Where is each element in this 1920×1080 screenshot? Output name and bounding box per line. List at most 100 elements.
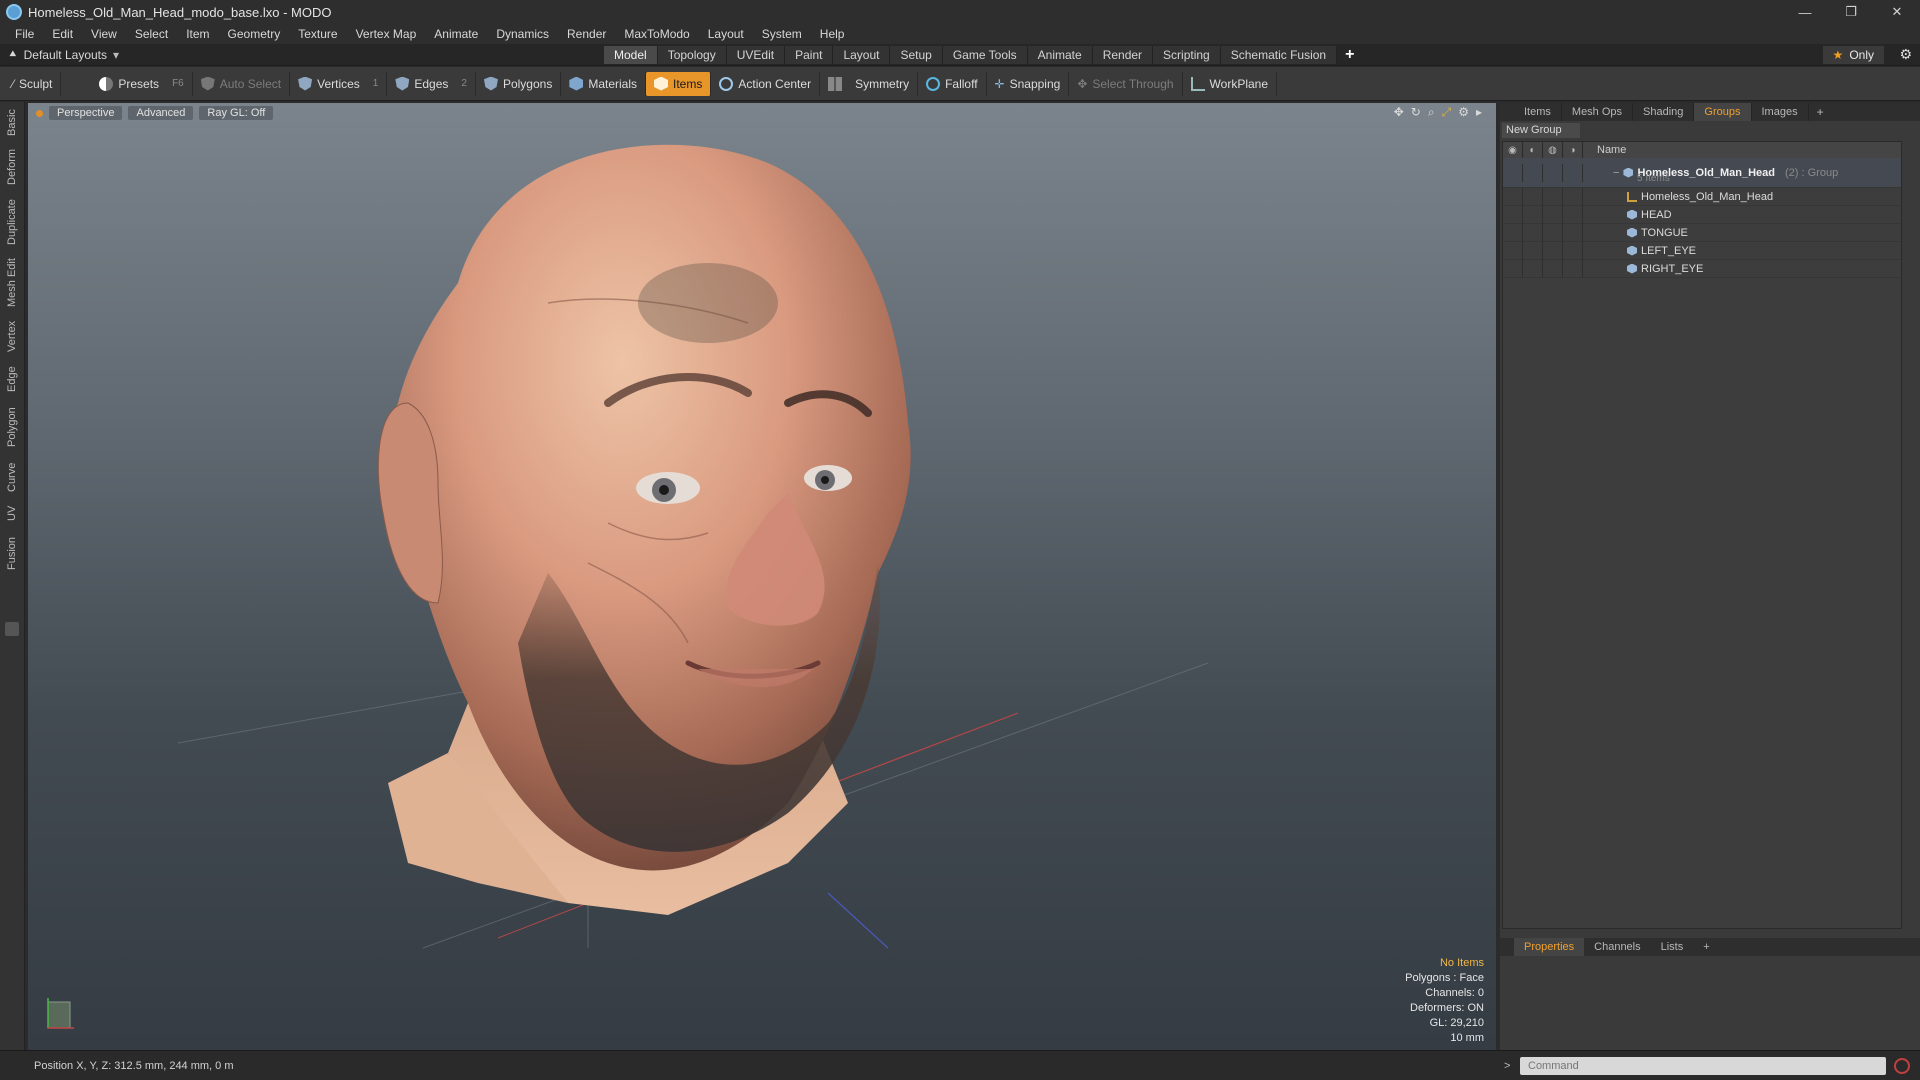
tab-render[interactable]: Render — [1092, 46, 1154, 64]
menu-help[interactable]: Help — [811, 24, 854, 44]
shading-mode-button[interactable]: Advanced — [128, 106, 194, 120]
menu-texture[interactable]: Texture — [289, 24, 346, 44]
3d-viewport[interactable]: Perspective Advanced Ray GL: Off ✥ ↻ ⌕ ⤢… — [28, 103, 1496, 1050]
list-item[interactable]: Homeless_Old_Man_Head — [1503, 187, 1901, 206]
list-item[interactable]: HEAD — [1503, 205, 1901, 224]
close-button[interactable]: ✕ — [1874, 0, 1920, 24]
list-item[interactable]: RIGHT_EYE — [1503, 259, 1901, 278]
pan-icon[interactable]: ✥ — [1394, 105, 1404, 120]
maximize-button[interactable]: ❐ — [1828, 0, 1874, 24]
vtab-polygon[interactable]: Polygon — [2, 402, 22, 452]
menu-file[interactable]: File — [6, 24, 43, 44]
tab-animate[interactable]: Animate — [1027, 46, 1093, 64]
view-mode-button[interactable]: Perspective — [49, 106, 123, 120]
tab-properties[interactable]: Properties — [1514, 938, 1585, 956]
menu-view[interactable]: View — [82, 24, 126, 44]
materials-button[interactable]: Materials — [561, 71, 647, 96]
render-toggle[interactable] — [1523, 163, 1543, 182]
minimize-button[interactable]: — — [1782, 0, 1828, 24]
menu-vertex-map[interactable]: Vertex Map — [347, 24, 426, 44]
menu-render[interactable]: Render — [558, 24, 615, 44]
tab-paint[interactable]: Paint — [785, 46, 834, 64]
tab-channels[interactable]: Channels — [1584, 938, 1650, 956]
tab-setup[interactable]: Setup — [890, 46, 943, 64]
tab-schematic-fusion[interactable]: Schematic Fusion — [1220, 46, 1338, 64]
tab-shading[interactable]: Shading — [1633, 103, 1695, 121]
group-meta: (2) : Group — [1785, 166, 1839, 179]
vtab-fusion[interactable]: Fusion — [2, 532, 22, 574]
vtab-duplicate[interactable]: Duplicate — [2, 196, 22, 248]
group-row[interactable]: − Homeless_Old_Man_Head (2) : Group 5 It… — [1503, 158, 1901, 188]
tab-scripting[interactable]: Scripting — [1153, 46, 1221, 64]
menu-animate[interactable]: Animate — [425, 24, 487, 44]
viewport-options-icon[interactable] — [36, 109, 43, 117]
only-button[interactable]: ★ Only — [1822, 46, 1884, 64]
action-center-button[interactable]: Action Center — [711, 71, 821, 96]
lock-column-icon[interactable]: ◍ — [1543, 142, 1563, 158]
auto-select-button[interactable]: Auto Select — [193, 71, 291, 96]
add-panel-tab-button[interactable]: + — [1809, 105, 1832, 119]
tab-lists[interactable]: Lists — [1651, 938, 1694, 956]
vtab-mesh-edit[interactable]: Mesh Edit — [2, 256, 22, 310]
zoom-icon[interactable]: ⌕ — [1428, 105, 1435, 120]
menu-geometry[interactable]: Geometry — [219, 24, 290, 44]
tab-uvedit[interactable]: UVEdit — [726, 46, 786, 64]
select-toggle[interactable] — [1563, 163, 1583, 182]
list-item[interactable]: LEFT_EYE — [1503, 241, 1901, 260]
workplane-button[interactable]: WorkPlane — [1183, 71, 1278, 96]
expand-arrow-icon[interactable]: ▸ — [1476, 105, 1482, 120]
menu-layout[interactable]: Layout — [699, 24, 753, 44]
polygons-button[interactable]: Polygons — [476, 71, 562, 96]
fit-icon[interactable]: ⤢ — [1442, 105, 1452, 120]
palette-toggle-button[interactable] — [5, 622, 19, 636]
vertices-button[interactable]: Vertices 1 — [290, 71, 388, 96]
vtab-deform[interactable]: Deform — [2, 146, 22, 188]
snapping-button[interactable]: ✛ Snapping — [987, 71, 1070, 96]
gear-icon[interactable]: ⚙ — [1899, 46, 1912, 63]
falloff-button[interactable]: Falloff — [918, 71, 987, 96]
tab-game-tools[interactable]: Game Tools — [942, 46, 1028, 64]
select-through-button[interactable]: ✥ Select Through — [1069, 71, 1183, 96]
tab-groups[interactable]: Groups — [1694, 103, 1752, 121]
viewport-settings-icon[interactable]: ⚙ — [1458, 105, 1469, 120]
snapping-label: Snapping — [1009, 76, 1061, 91]
lock-toggle[interactable] — [1543, 163, 1563, 182]
eye-icon[interactable] — [1503, 163, 1523, 182]
rotate-icon[interactable]: ↻ — [1411, 105, 1421, 120]
symmetry-button[interactable]: Symmetry — [820, 71, 919, 96]
render-column-icon[interactable]: ◐ — [1523, 142, 1543, 158]
menu-edit[interactable]: Edit — [43, 24, 82, 44]
default-layouts-dropdown[interactable]: ⯅ Default Layouts ▾ — [0, 47, 133, 62]
edges-button[interactable]: Edges 2 — [387, 71, 476, 96]
add-layout-tab-button[interactable]: + — [1337, 46, 1362, 64]
list-item[interactable]: TONGUE — [1503, 223, 1901, 242]
name-column-header[interactable]: Name — [1583, 144, 1626, 156]
tab-model[interactable]: Model — [604, 46, 658, 64]
tab-items[interactable]: Items — [1514, 103, 1562, 121]
vtab-vertex[interactable]: Vertex — [2, 316, 22, 356]
items-button[interactable]: Items — [646, 71, 712, 96]
raygl-button[interactable]: Ray GL: Off — [199, 106, 274, 120]
add-properties-tab-button[interactable]: + — [1693, 938, 1719, 956]
menu-item[interactable]: Item — [177, 24, 218, 44]
menu-select[interactable]: Select — [126, 24, 177, 44]
collapse-icon[interactable]: − — [1613, 167, 1619, 179]
new-group-button[interactable]: New Group — [1502, 123, 1580, 138]
tab-topology[interactable]: Topology — [657, 46, 727, 64]
vtab-uv[interactable]: UV — [2, 500, 22, 526]
tab-mesh-ops[interactable]: Mesh Ops — [1562, 103, 1634, 121]
menu-maxtomodo[interactable]: MaxToModo — [615, 24, 698, 44]
tab-images[interactable]: Images — [1752, 103, 1809, 121]
menu-dynamics[interactable]: Dynamics — [487, 24, 558, 44]
tab-layout[interactable]: Layout — [833, 46, 891, 64]
stop-icon[interactable] — [1894, 1058, 1910, 1074]
menu-system[interactable]: System — [753, 24, 811, 44]
sculpt-button[interactable]: ⁄ Sculpt — [4, 71, 62, 96]
vtab-edge[interactable]: Edge — [2, 362, 22, 396]
select-column-icon[interactable]: ◑ — [1563, 142, 1583, 158]
presets-button[interactable]: Presets F6 — [91, 71, 193, 96]
vtab-basic[interactable]: Basic — [2, 106, 22, 140]
command-input[interactable] — [1520, 1057, 1886, 1075]
vtab-curve[interactable]: Curve — [2, 458, 22, 496]
visibility-column-icon[interactable]: ◉ — [1503, 142, 1523, 158]
